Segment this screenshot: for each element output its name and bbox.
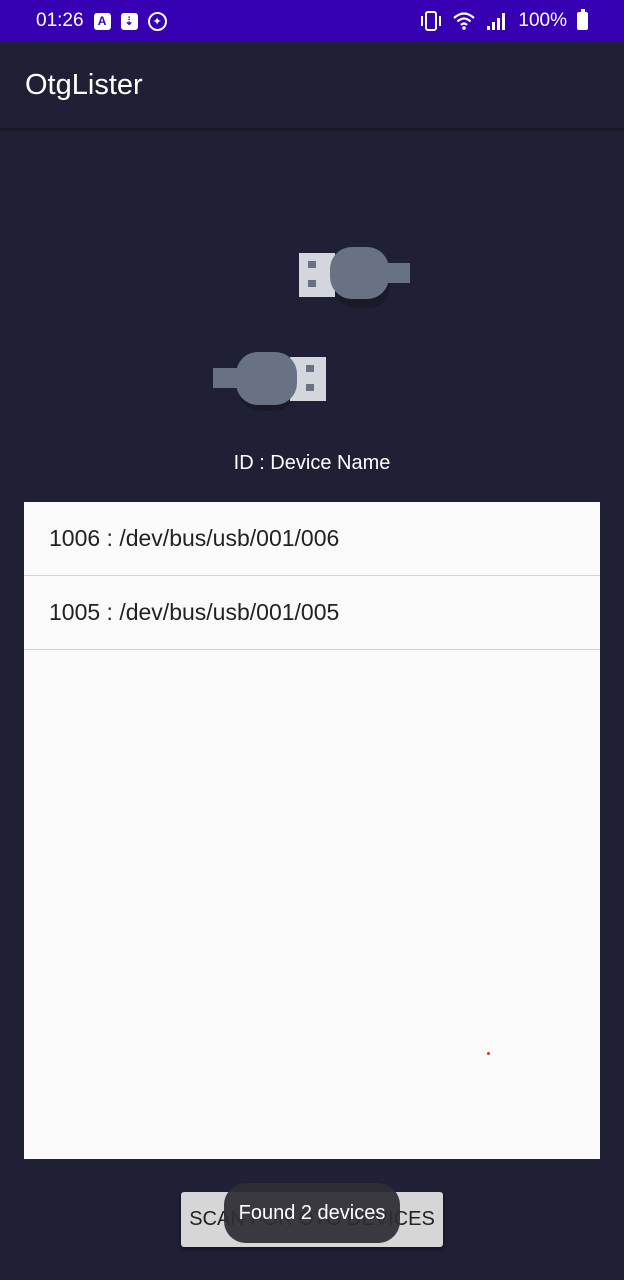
- status-right: 100%: [420, 9, 588, 32]
- battery-percent: 100%: [518, 10, 567, 31]
- usb-plug-top: [299, 247, 410, 308]
- status-bar: 01:26 A ⇣ ✦ 100%: [0, 0, 624, 42]
- device-list-item[interactable]: 1005 : /dev/bus/usb/001/005: [24, 576, 600, 650]
- battery-charging-icon: [577, 9, 588, 30]
- status-left: 01:26 A ⇣ ✦: [36, 10, 167, 32]
- usb-icon: ⇣: [120, 12, 138, 30]
- app-toolbar: OtgLister: [0, 42, 624, 128]
- usb-plug-bottom: [213, 352, 326, 411]
- usb-plugs-icon: [213, 247, 410, 411]
- app-title: OtgLister: [25, 68, 143, 101]
- device-list-item[interactable]: 1006 : /dev/bus/usb/001/006: [24, 502, 600, 576]
- status-time: 01:26: [36, 10, 84, 31]
- signal-icon: [487, 13, 506, 30]
- vibrate-icon: [421, 11, 442, 31]
- toast-message: Found 2 devices: [224, 1183, 400, 1243]
- a-icon: A: [93, 12, 111, 30]
- device-label: 1005 : /dev/bus/usb/001/005: [49, 599, 340, 625]
- list-header: ID : Device Name: [233, 452, 391, 474]
- accessibility-icon: ✦: [147, 11, 167, 31]
- device-label: 1006 : /dev/bus/usb/001/006: [49, 525, 340, 551]
- device-list[interactable]: 1006 : /dev/bus/usb/001/006 1005 : /dev/…: [24, 502, 600, 1159]
- red-dot: [487, 1052, 490, 1055]
- wifi-icon: [453, 12, 476, 30]
